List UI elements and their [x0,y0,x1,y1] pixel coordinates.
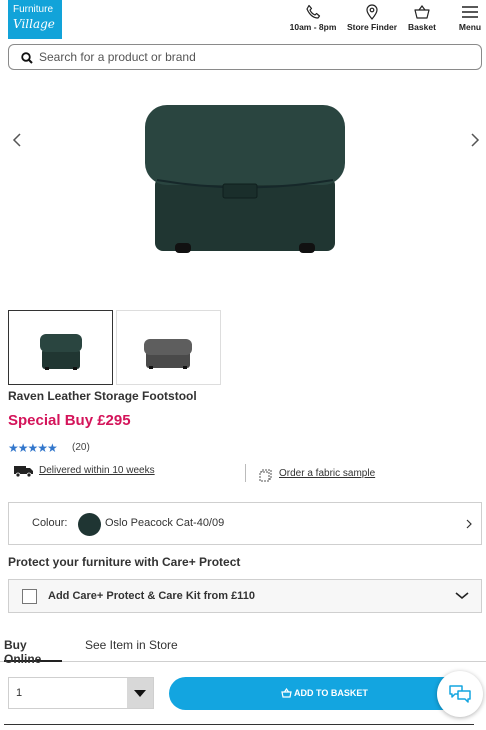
chevron-right-icon[interactable] [464,130,484,150]
care-protect-heading: Protect your furniture with Care+ Protec… [8,555,241,569]
chevron-right-icon [466,519,472,529]
chat-icon [449,685,471,703]
basket-button[interactable]: Basket [406,4,438,32]
product-main-image [145,105,345,253]
basket-icon [414,5,430,19]
order-fabric-sample-link[interactable]: Order a fabric sample [279,468,375,479]
rating-stars: ★★★★★ [8,441,58,455]
add-to-basket-button[interactable]: ADD TO BASKET [169,677,469,710]
phone-hours-button[interactable]: 10am - 8pm [288,4,338,32]
chevron-down-icon[interactable] [455,592,469,600]
delivery-truck-icon [14,466,33,477]
menu-label: Menu [458,22,482,32]
review-count[interactable]: (20) [72,442,90,453]
divider [4,724,474,725]
footstool-grey-image [144,339,192,369]
colour-label: Colour: [32,517,68,529]
chevron-left-icon[interactable] [8,130,28,150]
purchase-tabs: Buy Online See Item in Store [0,636,486,666]
delivery-link[interactable]: Delivered within 10 weeks [39,465,155,476]
caret-down-icon [134,690,146,697]
quantity-select[interactable]: 1 [8,677,154,709]
site-header: Furniture Village 10am - 8pm Store Finde… [0,0,486,42]
furniture-village-logo[interactable]: Furniture Village [8,0,62,39]
location-pin-icon [366,4,378,20]
hamburger-menu-icon [462,6,478,18]
care-protect-label: Add Care+ Protect & Care Kit from £110 [48,590,255,602]
phone-hours-label: 10am - 8pm [289,22,337,32]
tab-see-item-in-store[interactable]: See Item in Store [85,638,178,662]
colour-value: Oslo Peacock Cat-40/09 [105,517,225,529]
search-icon [21,52,33,64]
chat-button[interactable] [437,671,483,717]
phone-icon [306,4,321,19]
logo-text-line2: Village [13,17,55,31]
thumbnail-grey-footstool[interactable] [116,310,221,385]
colour-swatch [78,513,101,536]
product-price: Special Buy £295 [8,412,131,429]
menu-button[interactable]: Menu [456,4,484,32]
product-image-gallery[interactable] [0,72,486,304]
care-protect-checkbox[interactable] [22,589,37,604]
divider [245,464,246,482]
fabric-sample-icon [259,469,272,482]
colour-selector[interactable]: Colour: Oslo Peacock Cat-40/09 [8,502,482,545]
quantity-value: 1 [16,687,23,699]
search-bar[interactable] [8,44,482,70]
thumbnail-green-footstool[interactable] [8,310,113,385]
quantity-dropdown-toggle[interactable] [127,678,153,708]
logo-text-line1: Furniture [13,4,54,15]
search-input[interactable] [39,48,469,66]
product-title: Raven Leather Storage Footstool [8,389,197,403]
tab-buy-online[interactable]: Buy Online [4,638,62,666]
care-protect-option[interactable]: Add Care+ Protect & Care Kit from £110 [8,579,482,613]
store-finder-button[interactable]: Store Finder [346,4,398,32]
add-to-basket-label: ADD TO BASKET [294,688,368,698]
basket-icon [281,688,292,698]
store-finder-label: Store Finder [346,22,398,32]
basket-label: Basket [408,22,436,32]
footstool-green-image [40,334,82,370]
